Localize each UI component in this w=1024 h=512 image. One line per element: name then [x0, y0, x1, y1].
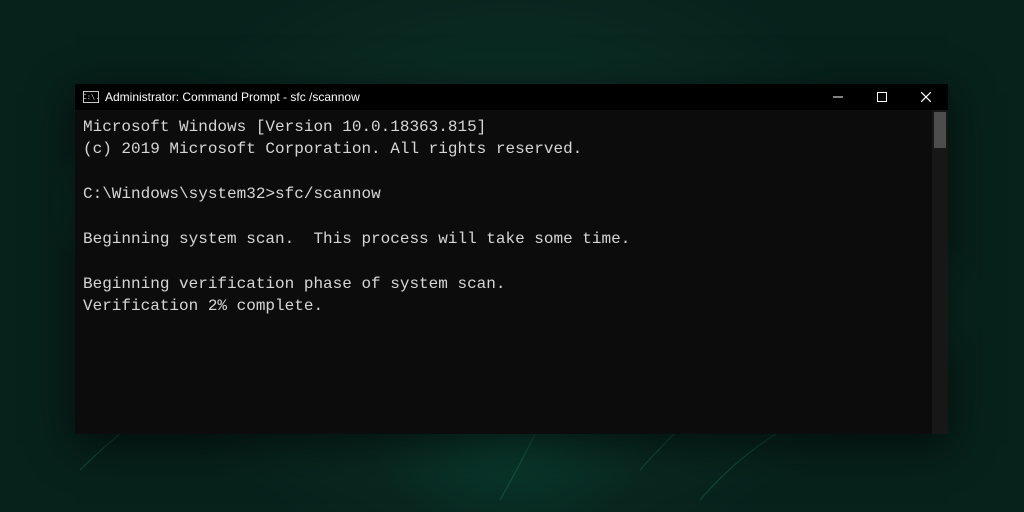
command-prompt-icon: C:\.: [83, 91, 99, 103]
terminal-prompt-separator: >: [265, 185, 275, 203]
maximize-icon: [877, 92, 887, 102]
scrollbar-thumb[interactable]: [934, 112, 946, 148]
terminal-prompt-path: C:\Windows\system32: [83, 185, 265, 203]
close-button[interactable]: [904, 84, 948, 110]
maximize-button[interactable]: [860, 84, 904, 110]
terminal-prompt-line: C:\Windows\system32>sfc/scannow: [83, 185, 381, 203]
terminal-command: sfc/scannow: [275, 185, 381, 203]
terminal-begin-verify: Beginning verification phase of system s…: [83, 275, 505, 293]
window-title: Administrator: Command Prompt - sfc /sca…: [105, 90, 360, 104]
terminal-begin-scan: Beginning system scan. This process will…: [83, 230, 630, 248]
command-prompt-window: C:\. Administrator: Command Prompt - sfc…: [75, 84, 948, 434]
close-icon: [921, 92, 931, 102]
vertical-scrollbar[interactable]: [932, 110, 948, 434]
terminal-area: Microsoft Windows [Version 10.0.18363.81…: [75, 110, 948, 434]
terminal-output[interactable]: Microsoft Windows [Version 10.0.18363.81…: [75, 110, 932, 434]
titlebar[interactable]: C:\. Administrator: Command Prompt - sfc…: [75, 84, 948, 110]
terminal-header-version: Microsoft Windows [Version 10.0.18363.81…: [83, 118, 486, 136]
minimize-button[interactable]: [816, 84, 860, 110]
minimize-icon: [833, 92, 843, 102]
terminal-header-copyright: (c) 2019 Microsoft Corporation. All righ…: [83, 140, 582, 158]
terminal-verify-progress: Verification 2% complete.: [83, 297, 323, 315]
